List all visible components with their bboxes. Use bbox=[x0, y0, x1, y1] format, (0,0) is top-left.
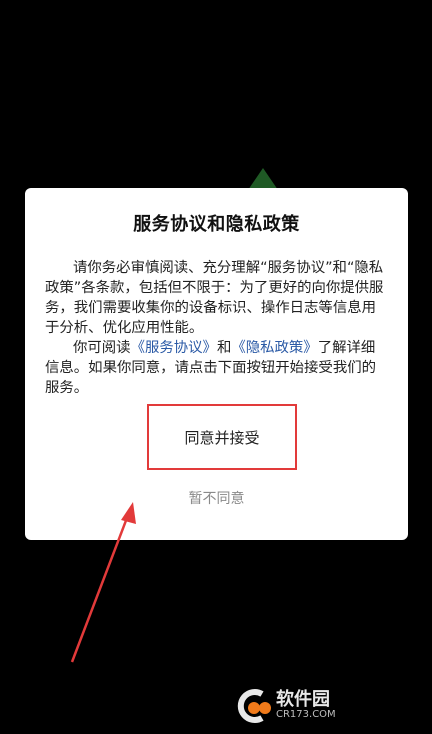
watermark-site: CR173.COM bbox=[276, 709, 336, 720]
agree-highlight-box: 同意并接受 bbox=[147, 404, 297, 470]
watermark-brand: 软件园 bbox=[276, 689, 330, 710]
para2-prefix: 你可阅读 bbox=[73, 340, 131, 356]
background-app-logo-fragment bbox=[248, 168, 278, 190]
screen: 服务协议和隐私政策 请你务必审慎阅读、充分理解“服务协议”和“隐私政策”各条款，… bbox=[0, 0, 432, 734]
watermark: 软件园 CR173.COM bbox=[232, 686, 422, 726]
watermark-text: 软件园 CR173.COM bbox=[276, 691, 336, 721]
privacy-policy-link[interactable]: 《隐私政策》 bbox=[231, 340, 317, 356]
privacy-dialog: 服务协议和隐私政策 请你务必审慎阅读、充分理解“服务协议”和“隐私政策”各条款，… bbox=[25, 188, 408, 540]
dialog-title: 服务协议和隐私政策 bbox=[133, 214, 300, 235]
dialog-body: 请你务必审慎阅读、充分理解“服务协议”和“隐私政策”各条款，包括但不限于：为了更… bbox=[45, 258, 388, 398]
para2-and: 和 bbox=[216, 340, 232, 356]
dialog-paragraph-1: 请你务必审慎阅读、充分理解“服务协议”和“隐私政策”各条款，包括但不限于：为了更… bbox=[45, 260, 384, 336]
decline-button[interactable]: 暂不同意 bbox=[25, 488, 408, 508]
agree-button[interactable]: 同意并接受 bbox=[184, 427, 259, 448]
cr173-logo-icon bbox=[237, 689, 271, 723]
dialog-paragraph-2: 你可阅读《服务协议》和《隐私政策》了解详细信息。如果你同意，请点击下面按钮开始接… bbox=[45, 338, 388, 398]
service-agreement-link[interactable]: 《服务协议》 bbox=[131, 340, 217, 356]
